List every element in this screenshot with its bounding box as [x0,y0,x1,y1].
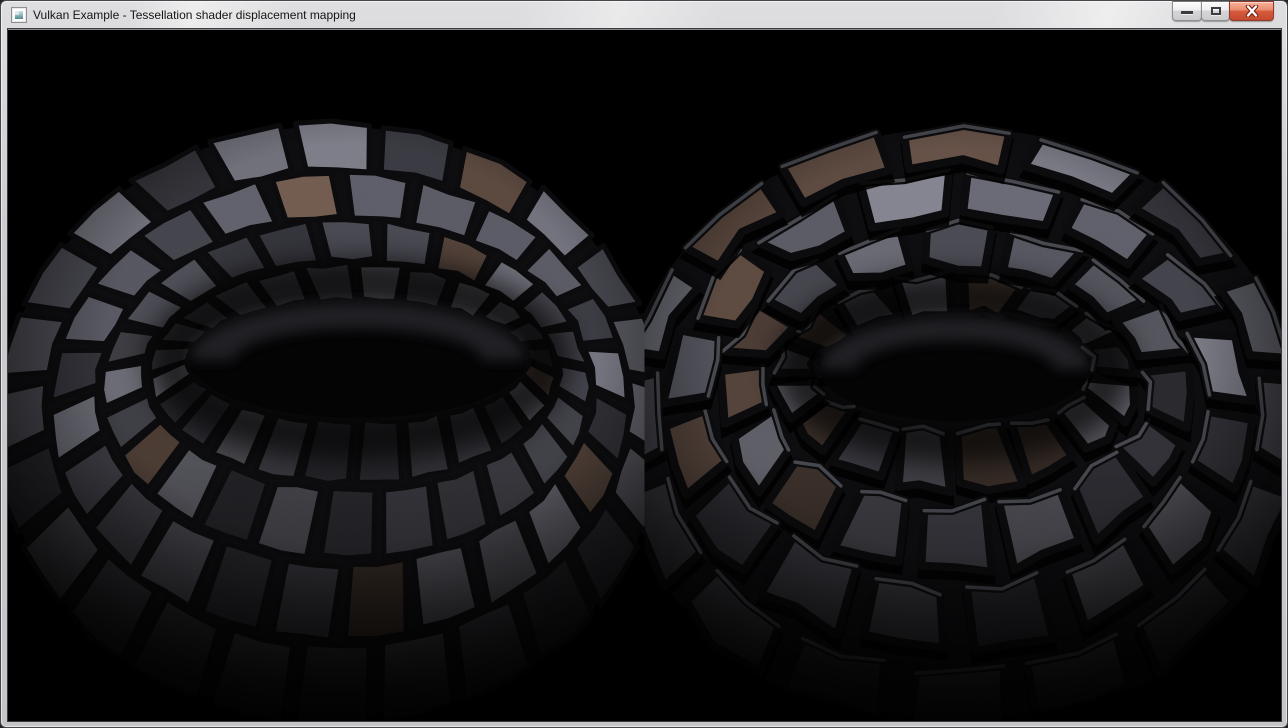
maximize-icon [1211,7,1221,15]
app-window: Vulkan Example - Tessellation shader dis… [0,0,1288,728]
title-bar[interactable]: Vulkan Example - Tessellation shader dis… [1,1,1287,29]
application-icon [11,7,27,23]
maximize-button[interactable] [1201,1,1230,21]
minimize-button[interactable] [1172,1,1202,21]
close-icon [1245,5,1259,17]
vulkan-render-scene [8,30,1281,721]
close-button[interactable] [1229,1,1274,21]
render-client-area[interactable] [8,29,1281,721]
window-controls [1173,1,1274,21]
minimize-icon [1181,11,1193,14]
window-title: Vulkan Example - Tessellation shader dis… [33,1,356,29]
